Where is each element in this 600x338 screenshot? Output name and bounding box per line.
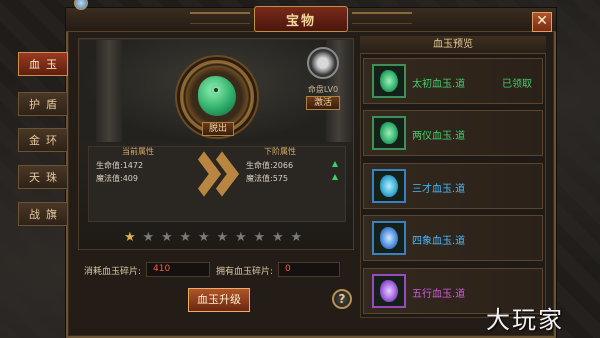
tab-label: 金环 [29,134,63,147]
preview-title: 血玉预览 [360,36,546,54]
cost-label: 消耗血玉碎片: [84,267,142,277]
watermark: 大玩家 [486,306,564,334]
tab-label: 血玉 [29,58,63,71]
star-icon: ★ [124,230,136,245]
increase-arrow-icon [332,161,338,167]
pillar-left [96,40,122,142]
cost-value: 410 [146,262,210,277]
tab-war-flag[interactable]: 战旗 [18,202,68,226]
item-name: 三才血玉.道 [412,184,466,195]
tab-shield[interactable]: 护盾 [18,92,68,116]
star-icon: ★ [198,230,210,245]
list-item[interactable]: 三才血玉.道 [363,163,543,209]
item-status: 已领取 [502,79,532,90]
next-attr-title: 下阶属性 [264,147,296,156]
star-icon: ★ [179,230,192,245]
tab-sky-bead[interactable]: 天珠 [18,165,68,189]
take-off-button[interactable]: 脱出 [202,122,234,136]
close-button[interactable]: ✕ [532,12,552,32]
next-mp: 魔法值:575 [246,174,288,183]
list-item[interactable]: 四象血玉.道 [363,215,543,261]
star-icon: ★ [272,230,284,245]
upgrade-button[interactable]: 血玉升级 [188,288,250,312]
soul-disk-level: 命盘LV0 [307,85,339,94]
current-attr-title: 当前属性 [122,147,154,156]
increase-arrow-icon [332,174,338,180]
jade-dragon-icon [372,274,406,308]
star-icon: ★ [235,230,247,245]
help-button[interactable]: ? [332,289,352,309]
list-item[interactable]: 太初血玉.道 已领取 [363,58,543,104]
jade-dragon-icon [372,64,406,98]
jade-dragon-icon[interactable] [198,76,236,116]
star-icon: ★ [290,230,303,245]
current-hp: 生命值:1472 [96,161,144,170]
tab-label: 天珠 [29,171,63,184]
activate-button[interactable]: 激活 [306,96,340,110]
jade-dragon-icon [372,116,406,150]
close-icon: ✕ [536,13,548,29]
item-name: 四象血玉.道 [412,236,466,247]
jade-dragon-icon [372,221,406,255]
window-title: 宝物 [254,6,348,32]
title-ornament-left [190,12,250,24]
star-icon: ★ [216,230,229,245]
own-label: 拥有血玉碎片: [216,267,274,277]
own-value: 0 [278,262,340,277]
next-hp: 生命值:2066 [246,161,294,170]
title-ornament-right [352,12,412,24]
jade-eye [211,85,221,95]
current-mp: 魔法值:409 [96,174,138,183]
item-name: 五行血玉.道 [412,289,466,300]
star-icon: ★ [253,230,266,245]
list-item[interactable]: 两仪血玉.道 [363,110,543,156]
soul-disk-icon[interactable] [307,47,339,79]
item-name: 太初血玉.道 [412,79,466,90]
star-icon: ★ [142,230,155,245]
jade-dragon-icon [372,169,406,203]
tab-gold-ring[interactable]: 金环 [18,128,68,152]
tab-label: 护盾 [29,98,63,111]
item-name: 两仪血玉.道 [412,131,466,142]
tab-label: 战旗 [29,208,63,221]
star-icon: ★ [161,230,173,245]
tab-blood-jade[interactable]: 血玉 [18,52,68,76]
